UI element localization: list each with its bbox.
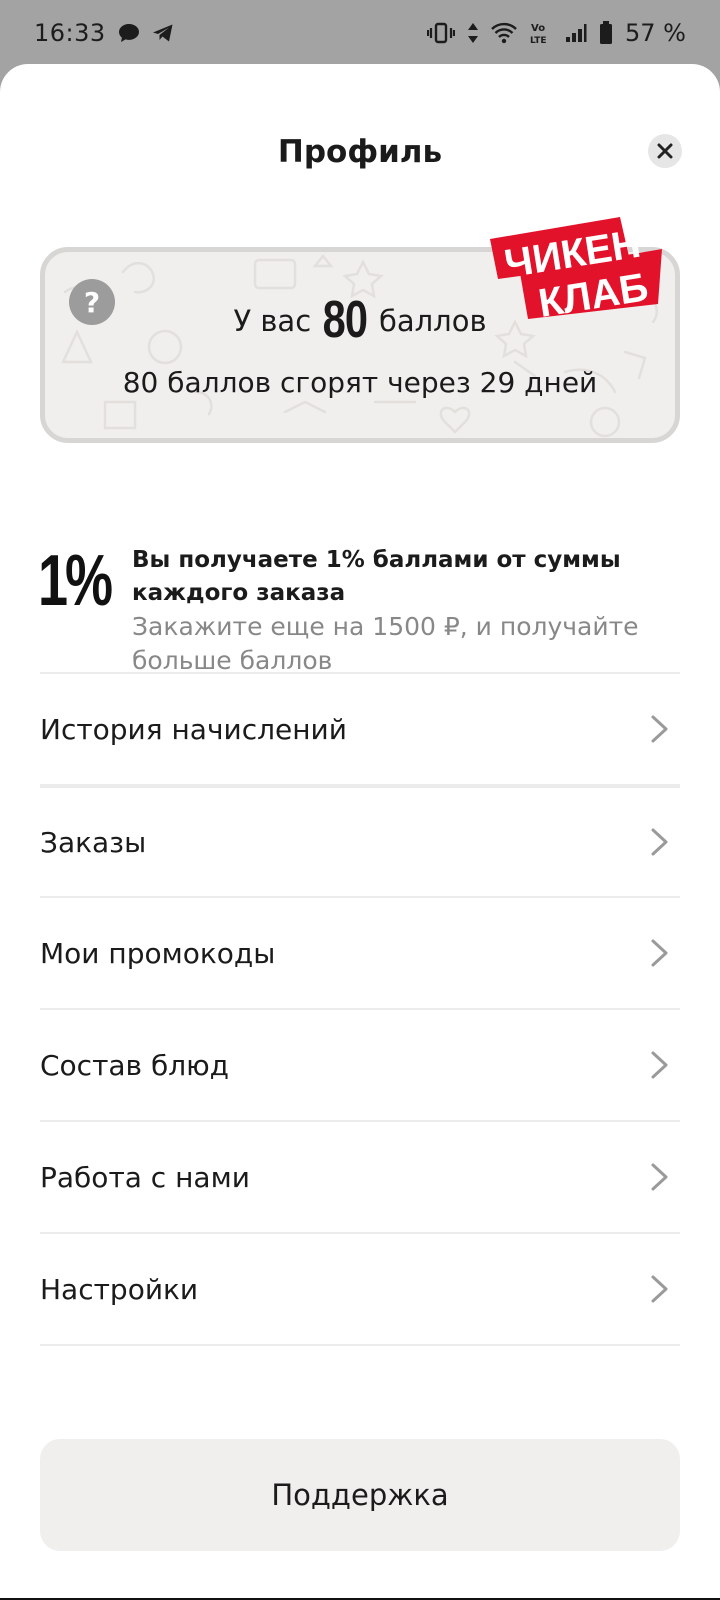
menu-item-label: Заказы (40, 825, 147, 859)
page-title: Профиль (277, 134, 443, 170)
chevron-right-icon (651, 1051, 668, 1079)
chevron-right-icon (651, 1163, 668, 1191)
svg-text:Vo: Vo (531, 23, 545, 34)
chicken-club-logo: ЧИКЕН КЛАБ (490, 217, 662, 326)
close-icon (657, 143, 673, 159)
points-prefix: У вас (233, 304, 312, 338)
chat-bubble-icon (118, 23, 140, 43)
status-bar: 16:33 Vo LTE 57 % (0, 0, 720, 66)
cashback-subtitle: Закажите еще на 1500 ₽, и получайте боль… (132, 612, 639, 675)
battery-icon (599, 21, 613, 45)
menu-item-ingredients[interactable]: Состав блюд (40, 1008, 680, 1120)
profile-menu: История начислений Заказы Мои промокоды … (40, 672, 680, 1346)
menu-item-label: Работа с нами (40, 1160, 250, 1194)
menu-item-history[interactable]: История начислений (40, 672, 680, 784)
support-button-label: Поддержка (271, 1478, 449, 1512)
signal-icon (565, 23, 587, 43)
data-arrows-icon (467, 22, 479, 44)
points-suffix: баллов (378, 304, 487, 338)
chevron-right-icon (651, 939, 668, 967)
vibrate-icon (427, 22, 456, 44)
battery-percent: 57 % (625, 19, 686, 47)
points-value: 80 (322, 291, 368, 349)
wifi-icon (491, 22, 517, 44)
chevron-right-icon (651, 828, 668, 856)
cashback-percent: 1% (38, 541, 113, 621)
volte-icon: Vo LTE (529, 21, 553, 45)
menu-item-promocodes[interactable]: Мои промокоды (40, 896, 680, 1008)
profile-sheet: Профиль ? У вас 80 баллов 80 баллов сгор… (0, 64, 720, 1600)
telegram-icon (152, 23, 174, 43)
cashback-title: Вы получаете 1% баллами от суммы каждого… (132, 547, 621, 606)
menu-item-label: Мои промокоды (40, 936, 276, 970)
menu-item-label: История начислений (40, 712, 347, 746)
menu-item-label: Состав блюд (40, 1048, 230, 1082)
chevron-right-icon (651, 1275, 668, 1303)
support-button[interactable]: Поддержка (40, 1439, 680, 1551)
menu-divider (40, 1344, 680, 1346)
points-expiry: 80 баллов сгорят через 29 дней (122, 366, 598, 399)
menu-item-orders[interactable]: Заказы (40, 784, 680, 896)
chevron-right-icon (651, 715, 668, 743)
menu-item-label: Настройки (40, 1272, 199, 1306)
menu-item-careers[interactable]: Работа с нами (40, 1120, 680, 1232)
close-button[interactable] (648, 134, 682, 168)
menu-item-settings[interactable]: Настройки (40, 1232, 680, 1344)
svg-text:LTE: LTE (530, 36, 547, 45)
status-time: 16:33 (34, 19, 106, 47)
